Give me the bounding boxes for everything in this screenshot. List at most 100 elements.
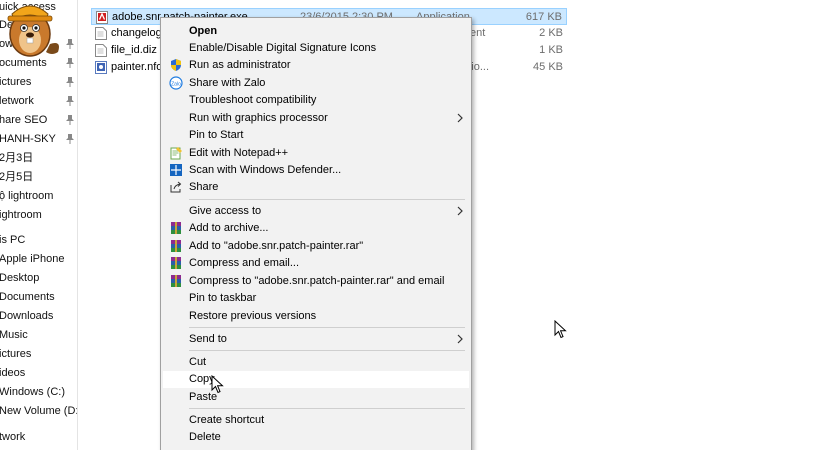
menu-separator xyxy=(189,408,465,409)
menu-item-copy[interactable]: Copy xyxy=(163,371,469,388)
menu-item-share-zalo[interactable]: Zalo Share with Zalo xyxy=(163,75,469,92)
nav-item-network-root[interactable]: twork xyxy=(0,428,77,446)
menu-item-scan-defender[interactable]: Scan with Windows Defender... xyxy=(163,162,469,179)
nav-item-label: ictures xyxy=(0,348,32,360)
nav-item-label: ideos xyxy=(0,367,26,379)
menu-item-paste[interactable]: Paste xyxy=(163,389,469,406)
file-size: 617 KB xyxy=(525,11,562,23)
nav-item-new-volume-d[interactable]: New Volume (D:) xyxy=(0,402,78,420)
menu-item-label: Pin to Start xyxy=(189,129,244,141)
nav-item-label: Downloads xyxy=(0,310,54,322)
menu-item-give-access[interactable]: Give access to xyxy=(163,203,469,220)
menu-item-label: Scan with Windows Defender... xyxy=(189,164,342,176)
menu-separator xyxy=(189,350,465,351)
file-name: file_id.diz xyxy=(111,44,157,56)
nav-item-label: Documents xyxy=(0,291,55,303)
menu-item-label: Troubleshoot compatibility xyxy=(189,94,317,106)
file-name: painter.nfo xyxy=(111,61,163,73)
menu-item-edit-notepad[interactable]: Edit with Notepad++ xyxy=(163,145,469,162)
menu-item-restore-versions[interactable]: Restore previous versions xyxy=(163,308,469,325)
file-type: ent xyxy=(470,27,486,39)
notepad-plus-plus-icon xyxy=(170,147,182,160)
menu-item-label: Open xyxy=(189,25,218,37)
winrar-icon xyxy=(171,257,181,269)
nav-item-label: 2月3日 xyxy=(0,152,34,164)
text-file-icon xyxy=(95,44,107,57)
windows-defender-icon xyxy=(170,164,182,176)
nav-item-label: 2月5日 xyxy=(0,171,34,183)
nav-item-label: letwork xyxy=(0,95,34,107)
menu-item-label: Add to archive... xyxy=(189,222,269,234)
menu-item-compress-email[interactable]: Compress and email... xyxy=(163,255,469,272)
nav-item-label: ightroom xyxy=(0,209,42,221)
chevron-right-icon xyxy=(457,334,463,344)
nav-item-this-pc[interactable]: is PC xyxy=(0,231,77,249)
menu-item-run-as-admin[interactable]: Run as administrator xyxy=(163,57,469,74)
menu-item-label: Pin to taskbar xyxy=(189,292,257,304)
menu-item-send-to[interactable]: Send to xyxy=(163,331,469,348)
nav-item-pc-pictures[interactable]: ictures xyxy=(0,345,77,363)
menu-item-label: Give access to xyxy=(189,205,262,217)
chevron-right-icon xyxy=(457,113,463,123)
nav-item-share-seo[interactable]: hare SEO xyxy=(0,111,77,129)
menu-item-label: Share with Zalo xyxy=(189,77,266,89)
menu-item-pin-start[interactable]: Pin to Start xyxy=(163,127,469,144)
nav-item-label: ộ lightroom xyxy=(0,190,54,202)
nav-item-label: twork xyxy=(0,431,26,443)
nav-item-label: Apple iPhone xyxy=(0,253,65,265)
uac-shield-icon xyxy=(171,59,181,71)
nav-item-pc-desktop[interactable]: Desktop xyxy=(0,269,77,287)
menu-item-label: Delete xyxy=(189,431,221,443)
menu-item-label: Cut xyxy=(189,356,207,368)
nav-item-pictures[interactable]: ictures xyxy=(0,73,77,91)
nav-item-label: Music xyxy=(0,329,28,341)
nav-item-music[interactable]: Music xyxy=(0,326,77,344)
nav-item-pc-downloads[interactable]: Downloads xyxy=(0,307,77,325)
nav-item-label: Windows (C:) xyxy=(0,386,66,398)
nav-item-videos[interactable]: ideos xyxy=(0,364,77,382)
menu-item-label: Run as administrator xyxy=(189,59,291,71)
menu-separator xyxy=(189,199,465,200)
menu-item-open[interactable]: Open xyxy=(163,23,469,40)
nav-item-windows-c[interactable]: Windows (C:) xyxy=(0,383,77,401)
menu-item-troubleshoot[interactable]: Troubleshoot compatibility xyxy=(163,92,469,109)
file-size: 2 KB xyxy=(539,27,563,39)
nav-item-apple-iphone[interactable]: Apple iPhone xyxy=(0,250,77,268)
nav-item-label: New Volume (D:) xyxy=(0,405,78,417)
nav-item-label: is PC xyxy=(0,234,26,246)
menu-item-add-archive[interactable]: Add to archive... xyxy=(163,220,469,237)
menu-item-cut[interactable]: Cut xyxy=(163,354,469,371)
mouse-cursor-icon xyxy=(554,320,567,339)
menu-item-run-graphics[interactable]: Run with graphics processor xyxy=(163,110,469,127)
nav-item-thanh-sky[interactable]: HANH-SKY xyxy=(0,130,77,148)
menu-item-create-shortcut[interactable]: Create shortcut xyxy=(163,412,469,429)
menu-item-pin-taskbar[interactable]: Pin to taskbar xyxy=(163,290,469,307)
menu-item-label: Compress and email... xyxy=(189,257,300,269)
menu-item-compress-rar-email[interactable]: Compress to "adobe.snr.patch-painter.rar… xyxy=(163,273,469,290)
nav-item-label: Desktop xyxy=(0,272,40,284)
nav-item-label: ictures xyxy=(0,76,32,88)
nav-item-folder-feb5[interactable]: 2月5日 xyxy=(0,168,77,186)
chevron-right-icon xyxy=(457,206,463,216)
fix-ngay-logo xyxy=(7,5,59,57)
nav-item-label: HANH-SKY xyxy=(0,133,56,145)
pin-icon xyxy=(66,77,74,87)
nav-item-lightroom[interactable]: ightroom xyxy=(0,206,77,224)
pin-icon xyxy=(66,96,74,106)
nav-item-pc-documents[interactable]: Documents xyxy=(0,288,77,306)
mouse-cursor-icon xyxy=(211,375,224,394)
nav-item-folder-feb3[interactable]: 2月3日 xyxy=(0,149,77,167)
winrar-icon xyxy=(171,275,181,287)
navigation-pane: uick access Deskto own ocuments ictures … xyxy=(0,0,78,450)
menu-item-share[interactable]: Share xyxy=(163,179,469,196)
menu-item-label: Compress to "adobe.snr.patch-painter.rar… xyxy=(189,275,445,287)
pin-icon xyxy=(66,134,74,144)
menu-item-add-rar[interactable]: Add to "adobe.snr.patch-painter.rar" xyxy=(163,238,469,255)
menu-item-delete[interactable]: Delete xyxy=(163,429,469,446)
zalo-icon: Zalo xyxy=(169,76,183,90)
nav-item-bo-lightroom[interactable]: ộ lightroom xyxy=(0,187,77,205)
nav-item-network[interactable]: letwork xyxy=(0,92,77,110)
menu-item-digital-signature[interactable]: Enable/Disable Digital Signature Icons xyxy=(163,40,469,57)
menu-item-label: Edit with Notepad++ xyxy=(189,147,289,159)
menu-item-label: Run with graphics processor xyxy=(189,112,328,124)
